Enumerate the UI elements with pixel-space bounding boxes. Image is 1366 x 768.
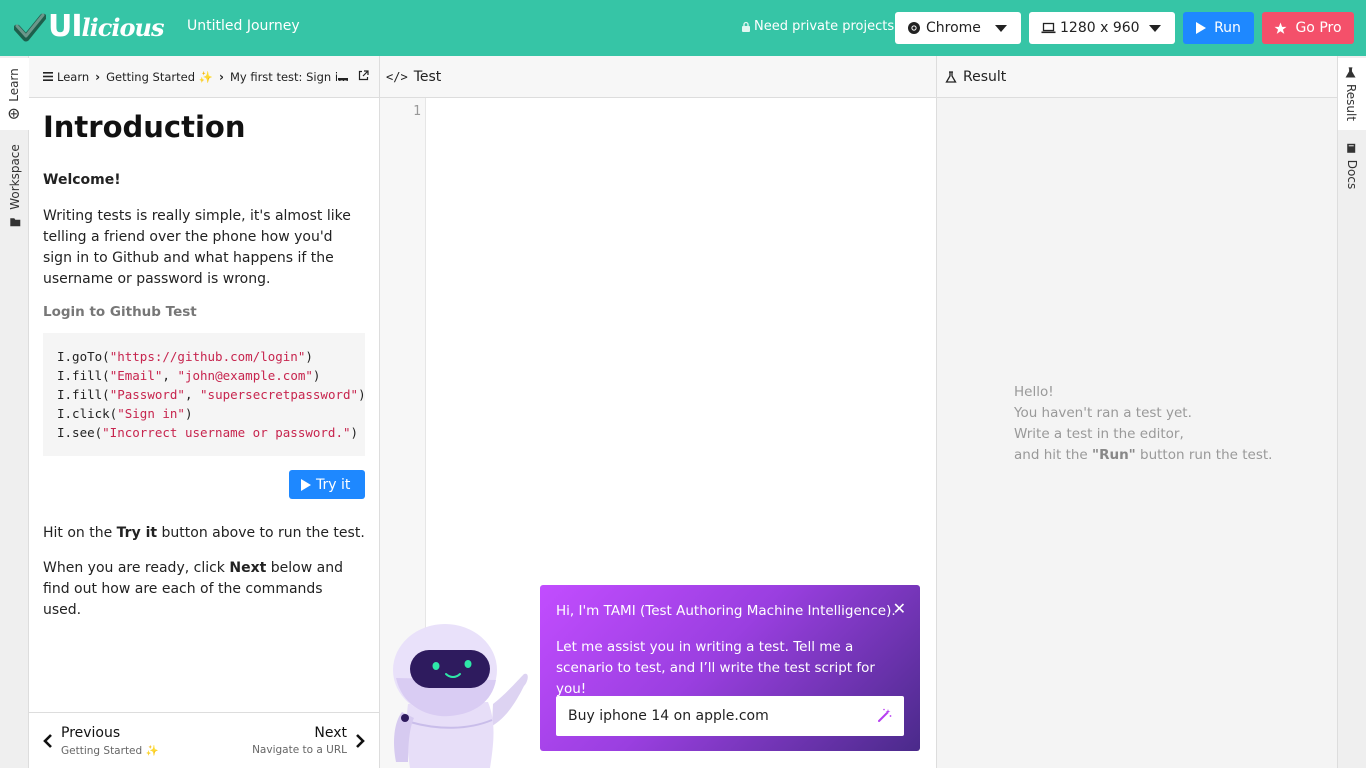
tami-scenario-input[interactable]: Buy iphone 14 on apple.com (556, 696, 904, 736)
resolution-select[interactable]: 1280 x 960 (1029, 12, 1175, 44)
tab-learn-label: Learn (6, 68, 21, 102)
code-line: I.see("Incorrect username or password.") (57, 425, 359, 440)
breadcrumb-learn-label: Learn (57, 69, 90, 84)
star-icon (1274, 22, 1287, 34)
go-pro-button-label: Go Pro (1295, 20, 1342, 36)
uilicious-logo[interactable]: UIlicious (14, 9, 164, 44)
tab-learn[interactable]: Learn (0, 58, 29, 130)
tami-title: Hi, I'm TAMI (Test Authoring Machine Int… (556, 603, 896, 619)
next-lesson-button[interactable]: Next Navigate to a URL (252, 725, 365, 756)
tami-description: Let me assist you in writing a test. Tel… (556, 639, 875, 697)
tab-result[interactable]: Result (1338, 58, 1366, 130)
lock-icon (742, 21, 750, 32)
right-tab-strip: Result Docs (1337, 56, 1366, 768)
test-panel-header: </> Test (380, 56, 936, 98)
graduation-cap-icon (8, 108, 19, 119)
code-example: I.goTo("https://github.com/login") I.fill… (43, 333, 365, 456)
intro-paragraph: Writing tests is really simple, it's alm… (43, 208, 351, 287)
flask-icon (945, 70, 957, 83)
chevron-left-icon (43, 734, 52, 748)
tami-assistant-popup: Hi, I'm TAMI (Test Authoring Machine Int… (540, 585, 920, 751)
line-number: 1 (413, 104, 421, 119)
code-line: I.fill("Password", "supersecretpassword"… (57, 387, 365, 402)
code-icon: </> (386, 69, 408, 84)
hint-paragraph: Hit on the Try it button above to run th… (43, 525, 365, 541)
resolution-select-value: 1280 x 960 (1060, 20, 1140, 36)
previous-label: Previous (61, 725, 121, 741)
run-button[interactable]: Run (1183, 12, 1254, 44)
code-line: I.fill("Email", "john@example.com") (57, 368, 321, 383)
go-pro-button[interactable]: Go Pro (1262, 12, 1354, 44)
checkmark-logo-icon (14, 13, 46, 41)
menu-icon (43, 72, 53, 81)
book-icon (1348, 143, 1356, 153)
tami-scenario-value: Buy iphone 14 on apple.com (568, 708, 769, 724)
welcome-heading: Welcome! (43, 172, 121, 188)
tab-docs-label: Docs (1345, 159, 1360, 190)
top-bar: UIlicious Untitled Journey Need private … (0, 0, 1366, 56)
browser-select[interactable]: Chrome (895, 12, 1021, 44)
breadcrumb-current-lesson[interactable]: My first test: Sign i... (230, 70, 349, 84)
private-projects-label: Need private projects? (754, 19, 901, 34)
magic-wand-icon[interactable] (877, 708, 892, 723)
private-projects-link[interactable]: Need private projects? (741, 19, 901, 34)
tab-docs[interactable]: Docs (1338, 136, 1366, 196)
external-link-icon[interactable] (358, 70, 369, 81)
test-panel-title: Test (413, 68, 442, 85)
result-panel-title: Result (963, 68, 1007, 85)
learn-panel: Learn › Getting Started ✨ › My first tes… (29, 56, 380, 768)
chevron-right-icon: › (219, 69, 224, 84)
chrome-icon (908, 22, 920, 34)
play-icon (1196, 22, 1207, 34)
breadcrumb-getting-started[interactable]: Getting Started ✨ (106, 70, 213, 84)
lesson-title: Introduction (43, 110, 246, 144)
ready-paragraph: When you are ready, click Next below and… (43, 560, 343, 618)
breadcrumb: Learn › Getting Started ✨ › My first tes… (29, 56, 379, 98)
example-heading: Login to Github Test (43, 304, 197, 320)
tab-workspace[interactable]: Workspace (0, 136, 29, 236)
lesson-content: Introduction Welcome! Writing tests is r… (29, 98, 379, 621)
minimize-icon[interactable] (338, 71, 348, 81)
logo-text: UIlicious (48, 9, 164, 44)
flask-icon (1346, 67, 1357, 78)
browser-select-value: Chrome (926, 20, 981, 36)
play-icon (301, 478, 311, 491)
next-label: Next (314, 725, 347, 741)
code-line: I.click("Sign in") (57, 406, 193, 421)
try-it-label: Try it (316, 476, 351, 493)
tami-robot-mascot (393, 624, 528, 768)
try-it-button[interactable]: Try it (289, 470, 365, 499)
chevron-right-icon (356, 733, 365, 748)
left-tab-strip: Learn Workspace (0, 56, 29, 768)
close-icon[interactable]: ✕ (893, 599, 906, 618)
journey-title[interactable]: Untitled Journey (187, 18, 300, 34)
result-panel: Result Hello! You haven't ran a test yet… (937, 56, 1337, 768)
laptop-icon (1041, 22, 1056, 34)
tab-result-label: Result (1344, 83, 1359, 122)
tab-workspace-label: Workspace (7, 144, 22, 210)
chevron-right-icon: › (95, 69, 101, 84)
folder-icon (9, 218, 20, 227)
result-empty-message: Hello! You haven't ran a test yet. Write… (1014, 384, 1273, 463)
run-button-label: Run (1214, 20, 1241, 36)
result-panel-header: Result (937, 56, 1337, 98)
chevron-down-icon (995, 25, 1007, 32)
code-line: I.goTo("https://github.com/login") (57, 349, 313, 364)
breadcrumb-learn[interactable]: Learn (43, 70, 89, 84)
chevron-down-icon (1149, 25, 1161, 32)
next-lesson-name: Navigate to a URL (252, 744, 347, 756)
previous-lesson-name: Getting Started ✨ (61, 745, 159, 757)
previous-lesson-button[interactable]: Previous Getting Started ✨ (43, 725, 159, 757)
lesson-navigation: Previous Getting Started ✨ Next Navigate… (29, 712, 379, 768)
